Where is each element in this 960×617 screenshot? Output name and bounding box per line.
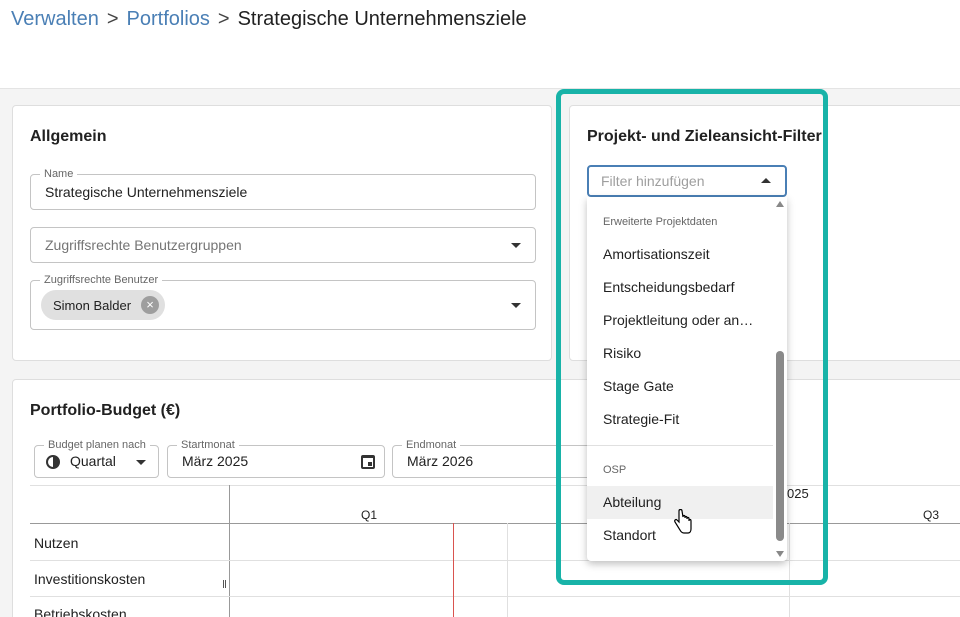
calendar-icon[interactable] xyxy=(361,455,375,469)
filter-dropdown: Erweiterte Projektdaten Amortisationszei… xyxy=(587,197,787,561)
page-title: Strategische Unternehmensziele xyxy=(237,8,527,30)
general-card: Allgemein Name Strategische Unternehmens… xyxy=(12,105,552,361)
users-select[interactable]: Zugriffsrechte Benutzer Simon Balder × xyxy=(30,274,536,330)
filter-card-title: Projekt- und Zieleansicht-Filter xyxy=(587,128,822,145)
grid-line xyxy=(507,523,508,617)
grid-line xyxy=(30,560,960,561)
dropdown-item-strategie-fit[interactable]: Strategie-Fit xyxy=(587,403,773,436)
row-label-nutzen: Nutzen xyxy=(34,535,79,551)
filter-select[interactable]: Filter hinzufügen xyxy=(587,165,787,197)
user-groups-select[interactable]: Zugriffsrechte Benutzergruppen xyxy=(30,227,536,263)
breadcrumb-separator: > xyxy=(106,8,119,30)
start-month-field[interactable]: Startmonat März 2025 xyxy=(167,439,385,478)
grid-line xyxy=(789,523,790,617)
chevron-down-icon xyxy=(136,460,146,465)
breadcrumb-separator: > xyxy=(217,8,230,30)
dropdown-item-projektleitung[interactable]: Projektleitung oder an… xyxy=(587,304,773,337)
start-month-label: Startmonat xyxy=(177,439,239,451)
dropdown-group-label: Erweiterte Projektdaten xyxy=(603,216,718,228)
dropdown-item-amortisationszeit[interactable]: Amortisationszeit xyxy=(587,238,773,271)
dropdown-item-entscheidungsbedarf[interactable]: Entscheidungsbedarf xyxy=(587,271,773,304)
end-month-label: Endmonat xyxy=(402,439,461,451)
name-field-label: Name xyxy=(40,168,78,180)
row-label-investitionskosten: Investitionskosten xyxy=(34,571,146,587)
name-field-value: Strategische Unternehmensziele xyxy=(45,184,248,200)
end-month-field[interactable]: Endmonat März 2026 xyxy=(392,439,613,478)
chevron-down-icon xyxy=(511,243,521,248)
budget-plan-label: Budget planen nach xyxy=(44,439,150,451)
breadcrumb-portfolios[interactable]: Portfolios xyxy=(127,8,210,31)
quarter-label: Q3 xyxy=(923,508,940,522)
today-line xyxy=(453,523,454,617)
breadcrumb-verwalten[interactable]: Verwalten xyxy=(11,8,99,31)
scroll-up-arrow[interactable] xyxy=(776,201,784,207)
breadcrumb: Verwalten > Portfolios > Strategische Un… xyxy=(11,8,527,31)
row-label-betriebskosten: Betriebskosten xyxy=(34,606,127,617)
filter-placeholder: Filter hinzufügen xyxy=(601,173,705,189)
remove-chip-icon[interactable]: × xyxy=(141,296,160,314)
user-chip-label: Simon Balder xyxy=(53,297,132,313)
start-month-value: März 2025 xyxy=(182,453,249,469)
grid-line xyxy=(229,485,230,617)
chevron-down-icon xyxy=(511,303,521,308)
dropdown-group-label: OSP xyxy=(603,464,627,476)
chevron-up-icon xyxy=(761,178,771,183)
hand-cursor-icon xyxy=(673,508,693,540)
year-label: 025 xyxy=(787,486,809,501)
dropdown-item-risiko[interactable]: Risiko xyxy=(587,337,773,370)
end-month-value: März 2026 xyxy=(407,453,474,469)
general-card-title: Allgemein xyxy=(30,128,107,145)
grid-line xyxy=(30,485,960,486)
name-field[interactable]: Name Strategische Unternehmensziele xyxy=(30,168,536,210)
budget-plan-value: Quartal xyxy=(70,453,116,469)
resize-handle[interactable] xyxy=(223,580,226,588)
dropdown-item-stage-gate[interactable]: Stage Gate xyxy=(587,370,773,403)
dropdown-divider xyxy=(587,445,773,446)
pie-chart-icon xyxy=(46,455,60,469)
grid-line xyxy=(30,596,960,597)
budget-plan-select[interactable]: Budget planen nach Quartal xyxy=(34,439,159,478)
users-field-label: Zugriffsrechte Benutzer xyxy=(40,274,163,286)
budget-card: Portfolio-Budget (€) Budget planen nach … xyxy=(12,379,960,617)
dropdown-scrollbar-thumb[interactable] xyxy=(776,351,784,541)
quarter-label: Q1 xyxy=(361,508,378,522)
grid-line xyxy=(30,523,960,524)
budget-card-title: Portfolio-Budget (€) xyxy=(30,402,181,419)
user-chip: Simon Balder × xyxy=(41,290,166,320)
scroll-down-arrow[interactable] xyxy=(776,551,784,557)
user-groups-placeholder: Zugriffsrechte Benutzergruppen xyxy=(45,237,242,253)
